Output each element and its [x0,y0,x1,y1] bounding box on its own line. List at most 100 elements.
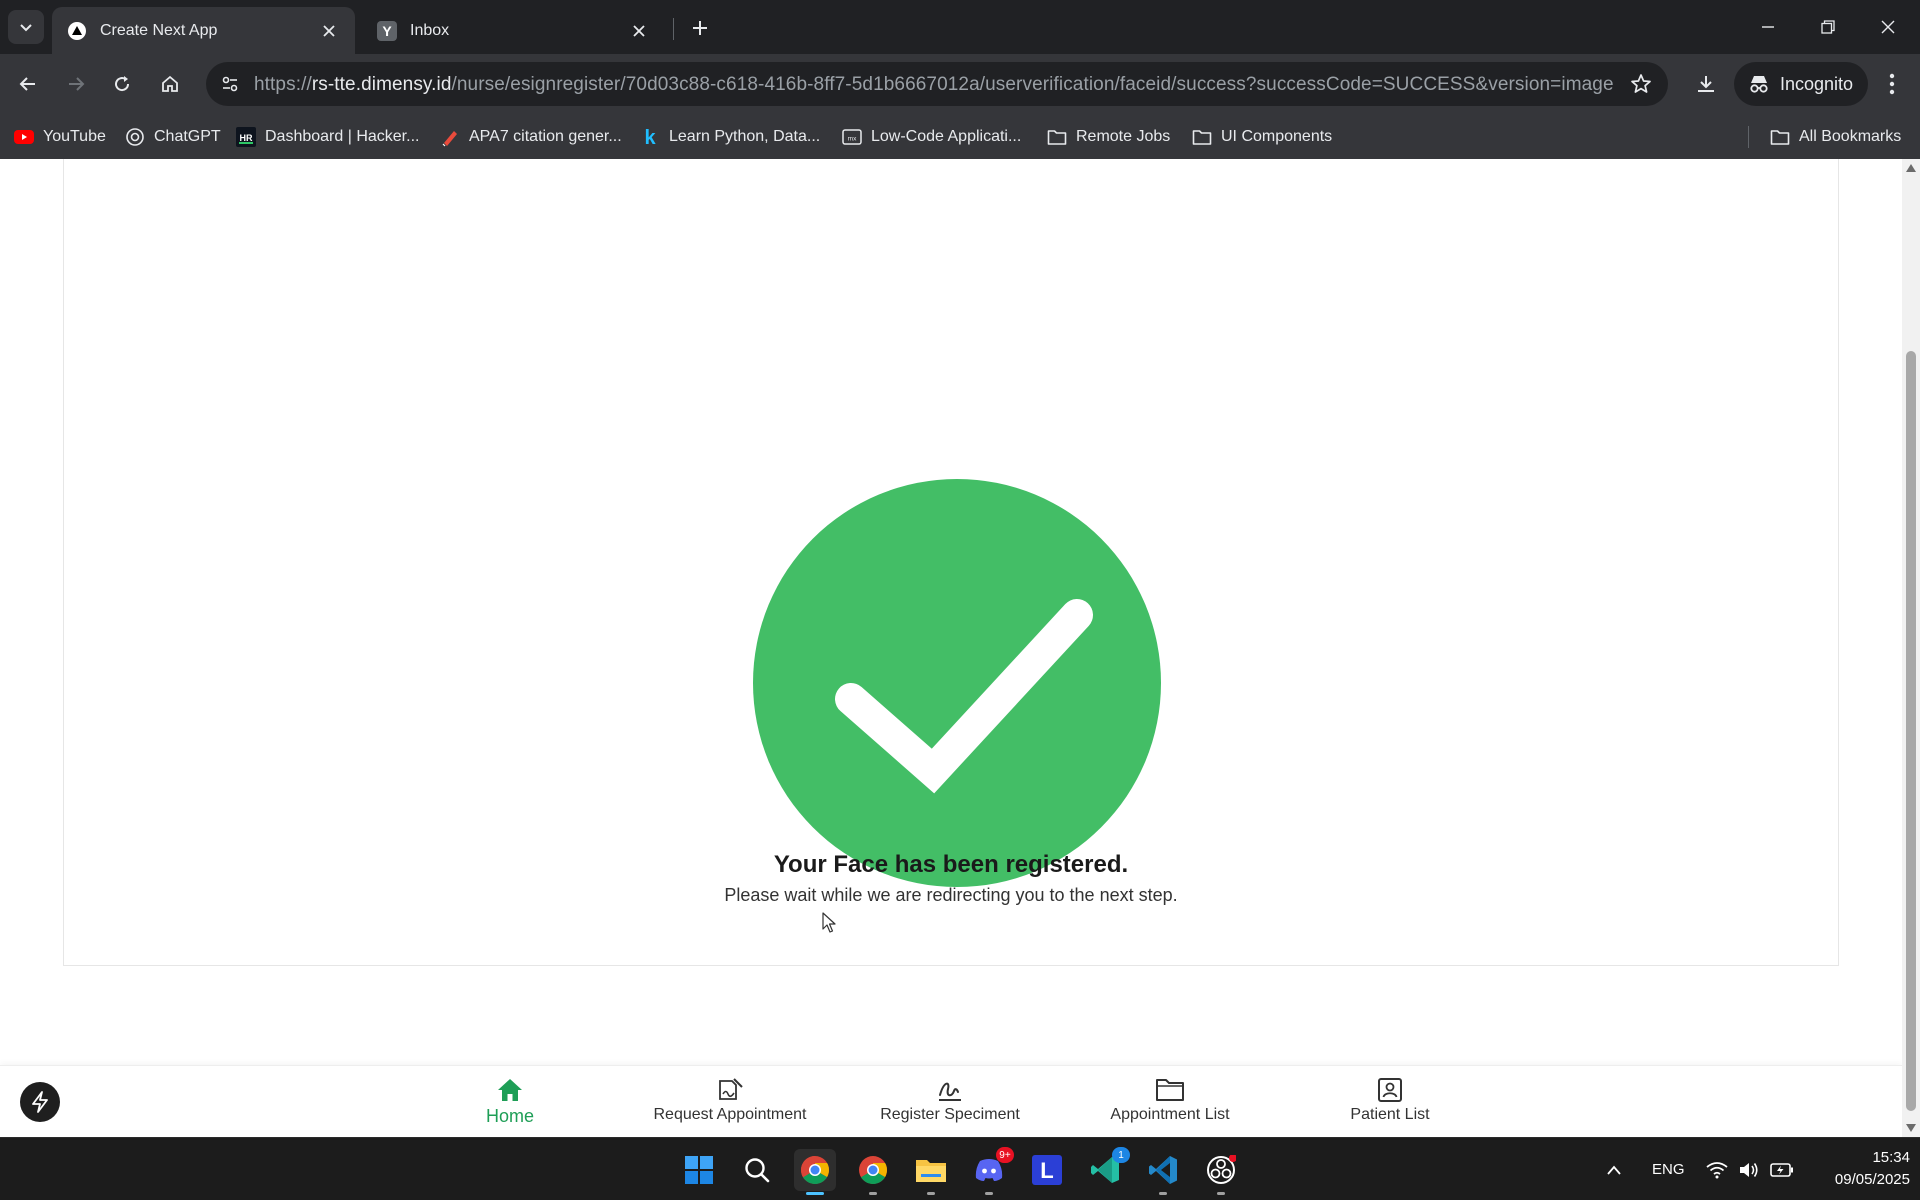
nav-home[interactable]: Home [410,1076,610,1127]
bookmark-label: Learn Python, Data... [669,128,821,145]
bookmark-lowcode[interactable]: mx Low-Code Applicati... [842,124,1021,150]
language-label: ENG [1652,1161,1685,1178]
tab-title: Inbox [410,21,450,39]
restore-button[interactable] [1798,0,1858,54]
tab-separator [673,18,674,40]
all-bookmarks-button[interactable]: All Bookmarks [1770,124,1901,150]
taskbar-obs[interactable] [1200,1149,1242,1195]
taskbar-chrome[interactable] [794,1149,836,1195]
bookmark-youtube[interactable]: YouTube [14,124,106,150]
bookmark-label: APA7 citation gener... [469,128,622,145]
tab-close-icon[interactable] [627,19,651,43]
nav-patient-list[interactable]: Patient List [1290,1076,1490,1124]
chatgpt-icon [125,127,145,147]
file-explorer-icon [916,1160,946,1182]
volume-control[interactable] [1738,1138,1760,1200]
bookmark-folder-remote-jobs[interactable]: Remote Jobs [1047,124,1170,150]
incognito-profile-button[interactable]: Incognito [1734,62,1868,106]
scrollbar-thumb[interactable] [1906,351,1916,1111]
bookmark-folder-ui-components[interactable]: UI Components [1192,124,1332,150]
home-icon [162,75,178,92]
search-icon [745,1158,770,1183]
bookmark-kaggle[interactable]: k Learn Python, Data... [640,124,820,150]
yahoo-mail-favicon-icon: Y [376,20,398,42]
language-indicator[interactable]: ENG [1652,1138,1685,1200]
lightning-icon [32,1091,48,1113]
svg-text:HR: HR [240,133,253,143]
nav-label: Request Appointment [653,1106,807,1123]
new-tab-button[interactable] [684,12,716,44]
network-status[interactable] [1706,1138,1728,1200]
taskbar-vscode-insiders[interactable]: 1 [1084,1147,1130,1191]
search-button[interactable] [736,1149,778,1191]
browser-toolbar: https://rs-tte.dimensy.id/nurse/esignreg… [0,54,1920,114]
scroll-up-arrow-icon[interactable] [1905,162,1917,174]
tab-inbox[interactable]: Y Inbox [362,7,665,54]
plus-icon [693,21,707,35]
browser-tab-strip: Create Next App Y Inbox [0,0,1920,54]
nav-register-speciment[interactable]: Register Speciment [850,1076,1050,1124]
close-window-button[interactable] [1858,0,1918,54]
url-text[interactable]: https://rs-tte.dimensy.id/nurse/esignreg… [254,74,1614,96]
show-hidden-icons-button[interactable] [1606,1138,1622,1200]
success-title: Your Face has been registered. [773,851,1129,878]
reload-icon [115,76,130,92]
scroll-down-arrow-icon[interactable] [1905,1122,1917,1134]
vercel-favicon-icon [66,20,88,42]
tab-close-icon[interactable] [317,19,341,43]
bookmark-apa7[interactable]: APA7 citation gener... [440,124,622,150]
tab-create-next-app[interactable]: Create Next App [52,7,355,54]
page-scrollbar[interactable] [1902,159,1920,1137]
taskbar-vscode[interactable] [1142,1149,1184,1195]
download-icon [1698,76,1714,92]
back-button[interactable] [8,64,48,104]
taskbar-chrome-second[interactable] [852,1149,894,1195]
bookmark-star-icon[interactable] [1628,71,1654,97]
browser-menu-button[interactable] [1874,64,1910,104]
folder-icon [1192,127,1212,147]
bookmark-chatgpt[interactable]: ChatGPT [125,124,221,150]
arrow-right-icon [69,77,85,91]
home-button[interactable] [150,64,190,104]
contact-icon [1377,1076,1403,1104]
bottom-navigation: Home Request Appointment Register Specim… [0,1065,1902,1137]
signature-icon [936,1076,964,1104]
taskbar-l-app[interactable]: L [1026,1149,1068,1191]
url-scheme: https:// [254,74,312,95]
clock-time: 15:34 [1872,1149,1910,1166]
discord-notification-badge: 9+ [996,1147,1014,1163]
success-check-icon [753,479,1161,887]
address-bar[interactable]: https://rs-tte.dimensy.id/nurse/esignreg… [206,62,1668,106]
forward-button[interactable] [56,64,96,104]
tab-title: Create Next App [100,21,218,39]
taskbar-file-explorer[interactable] [910,1149,952,1195]
chevron-up-icon [1607,1165,1621,1175]
system-clock[interactable]: 15:34 09/05/2025 [1790,1147,1910,1191]
windows-logo-icon [685,1156,713,1184]
signature-document-icon [716,1076,744,1104]
reload-button[interactable] [102,64,142,104]
quick-action-button[interactable] [20,1082,60,1122]
incognito-icon [1750,76,1768,93]
all-bookmarks-label: All Bookmarks [1799,128,1902,145]
site-info-icon[interactable] [218,72,242,96]
bookmark-label: UI Components [1221,128,1333,145]
chrome-icon [801,1156,829,1184]
nav-label: Register Speciment [880,1106,1020,1123]
nav-label: Appointment List [1110,1106,1230,1123]
minimize-button[interactable] [1738,0,1798,54]
nav-appointment-list[interactable]: Appointment List [1070,1076,1270,1124]
clock-date: 09/05/2025 [1834,1171,1910,1188]
chrome-icon [859,1156,887,1184]
arrow-left-icon [19,77,35,91]
taskbar-discord[interactable]: 9+ [968,1147,1014,1195]
bookmark-hackerrank[interactable]: HR Dashboard | Hacker... [236,124,419,150]
nav-request-appointment[interactable]: Request Appointment [630,1076,830,1124]
tab-search-button[interactable] [8,10,44,44]
bookmark-label: ChatGPT [154,128,221,145]
downloads-button[interactable] [1686,64,1726,104]
nav-label: Patient List [1350,1106,1430,1123]
start-button[interactable] [678,1149,720,1191]
bookmark-label: Dashboard | Hacker... [265,128,420,145]
restore-icon [1821,20,1835,34]
